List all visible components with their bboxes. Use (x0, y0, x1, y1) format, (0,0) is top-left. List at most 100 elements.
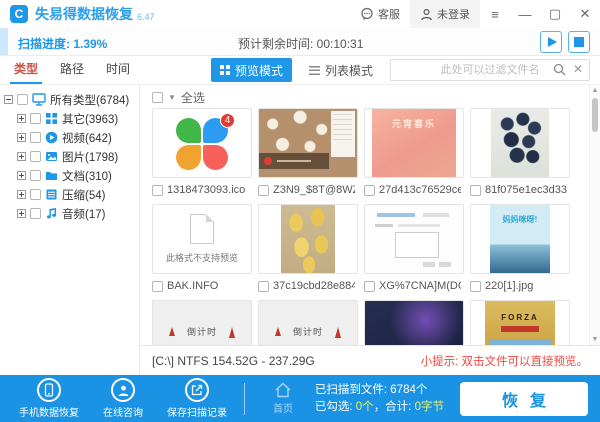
tree-checkbox[interactable] (30, 208, 41, 219)
select-all-checkbox[interactable] (152, 92, 163, 103)
tree-item-document[interactable]: 文档(310) (4, 166, 139, 185)
home-button[interactable]: 首页 (255, 382, 311, 415)
file-card[interactable]: 4 1318473093.ico (152, 108, 252, 196)
tab-time[interactable]: 时间 (106, 60, 130, 81)
expand-icon[interactable] (17, 190, 26, 199)
file-card[interactable]: XG%7CNA]M(DGO... (364, 204, 464, 292)
online-consult-button[interactable]: 在线咨询 (86, 378, 160, 419)
tree-item-label: 其它(3963) (62, 111, 118, 127)
scroll-down-icon[interactable]: ▼ (590, 336, 600, 343)
volume-info: [C:\] NTFS 154.52G - 237.29G (152, 354, 315, 368)
expand-icon[interactable] (17, 209, 26, 218)
file-thumbnail[interactable]: 4 (152, 108, 252, 178)
tree-checkbox[interactable] (30, 113, 41, 124)
total-label: ，合计: (374, 401, 412, 413)
person-icon (117, 384, 130, 397)
minimize-button[interactable]: — (510, 7, 540, 22)
poster-scene-art (489, 339, 551, 345)
stop-scan-button[interactable] (568, 31, 590, 53)
collapse-icon[interactable] (4, 95, 13, 104)
stop-icon (574, 37, 584, 47)
scanned-label: 已扫描到文件: (315, 384, 387, 396)
maximize-icon: ▢ (549, 6, 561, 21)
file-thumbnail[interactable]: 元宵喜乐 (364, 108, 464, 178)
support-button[interactable]: 客服 (350, 0, 410, 28)
tip-text: 小提示: 双击文件可以直接预览。 (421, 353, 588, 369)
tree-item-image[interactable]: 图片(1798) (4, 147, 139, 166)
file-card[interactable]: 元宵喜乐 27d413c76529ce5... (364, 108, 464, 196)
clear-filter-icon[interactable]: ✕ (573, 62, 583, 76)
login-button[interactable]: 未登录 (410, 0, 480, 28)
scrollbar-thumb[interactable] (592, 98, 598, 132)
file-thumbnail[interactable] (364, 300, 464, 345)
chevron-down-icon[interactable]: ▼ (168, 93, 176, 102)
file-checkbox[interactable] (470, 185, 481, 196)
file-name: 81f075e1ec3d3383... (485, 184, 567, 196)
file-card[interactable] (364, 300, 464, 345)
expand-icon[interactable] (17, 171, 26, 180)
tree-item-label: 音频(17) (62, 206, 105, 222)
file-card[interactable]: 81f075e1ec3d3383... (470, 108, 570, 196)
tree-item-audio[interactable]: 音频(17) (4, 204, 139, 223)
file-checkbox[interactable] (152, 185, 163, 196)
file-card[interactable]: Z3N9_$8T@8WZ85... (258, 108, 358, 196)
file-checkbox[interactable] (258, 185, 269, 196)
video-icon (45, 131, 58, 144)
file-checkbox[interactable] (470, 281, 481, 292)
tab-type[interactable]: 类型 (14, 60, 38, 81)
tree-checkbox[interactable] (30, 151, 41, 162)
save-scan-record-button[interactable]: 保存扫描记录 (160, 378, 234, 419)
poster-title: FORZA (471, 313, 569, 322)
menu-button[interactable]: ≡ (480, 7, 510, 22)
preview-mode-button[interactable]: 预览模式 (211, 58, 292, 82)
close-button[interactable]: ✕ (570, 6, 600, 22)
countdown-label: 倒计时 (259, 325, 357, 338)
select-all-row: ▼ 全选 (140, 85, 600, 106)
select-all-label: 全选 (181, 89, 205, 106)
tab-path[interactable]: 路径 (60, 60, 84, 81)
phone-recovery-button[interactable]: 手机数据恢复 (12, 378, 86, 419)
tabbar: 类型 路径 时间 预览模式 列表模式 ✕ (0, 56, 600, 84)
file-thumbnail[interactable] (470, 108, 570, 178)
file-card[interactable]: 此格式不支持预览 BAK.INFO (152, 204, 252, 292)
file-card[interactable]: FORZA (470, 300, 570, 345)
file-checkbox[interactable] (258, 281, 269, 292)
tree-checkbox[interactable] (30, 189, 41, 200)
flower-art (176, 118, 228, 170)
tree-item-archive[interactable]: 压缩(54) (4, 185, 139, 204)
countdown-label: 倒计时 (153, 325, 251, 338)
file-name: 37c19cbd28e884af... (273, 280, 355, 292)
list-mode-button[interactable]: 列表模式 (300, 58, 382, 82)
file-thumbnail[interactable]: 妈妈咪呀! (470, 204, 570, 274)
expand-icon[interactable] (17, 114, 26, 123)
app-version: 6.47 (137, 12, 155, 22)
file-checkbox[interactable] (364, 185, 375, 196)
file-checkbox[interactable] (364, 281, 375, 292)
tree-item-all-types[interactable]: 所有类型(6784) (4, 90, 139, 109)
file-card[interactable]: 倒计时 (258, 300, 358, 345)
tree-checkbox[interactable] (30, 132, 41, 143)
expand-icon[interactable] (17, 152, 26, 161)
file-card[interactable]: 倒计时 (152, 300, 252, 345)
maximize-button[interactable]: ▢ (540, 6, 570, 22)
scrollbar[interactable]: ▲ ▼ (589, 85, 600, 345)
tree-checkbox[interactable] (17, 94, 28, 105)
file-thumbnail[interactable] (258, 108, 358, 178)
search-icon[interactable] (553, 63, 566, 76)
resume-scan-button[interactable] (540, 31, 562, 53)
tree-checkbox[interactable] (30, 170, 41, 181)
tree-item-other[interactable]: 其它(3963) (4, 109, 139, 128)
file-thumbnail[interactable] (258, 204, 358, 274)
scroll-up-icon[interactable]: ▲ (590, 87, 600, 94)
file-card[interactable]: 37c19cbd28e884af... (258, 204, 358, 292)
file-thumbnail[interactable]: FORZA (470, 300, 570, 345)
file-thumbnail[interactable]: 倒计时 (258, 300, 358, 345)
file-thumbnail[interactable] (364, 204, 464, 274)
recover-button[interactable]: 恢复 (460, 382, 588, 416)
tree-item-video[interactable]: 视频(642) (4, 128, 139, 147)
file-card[interactable]: 妈妈咪呀! 220[1].jpg (470, 204, 570, 292)
file-thumbnail[interactable]: 此格式不支持预览 (152, 204, 252, 274)
file-thumbnail[interactable]: 倒计时 (152, 300, 252, 345)
expand-icon[interactable] (17, 133, 26, 142)
file-checkbox[interactable] (152, 281, 163, 292)
